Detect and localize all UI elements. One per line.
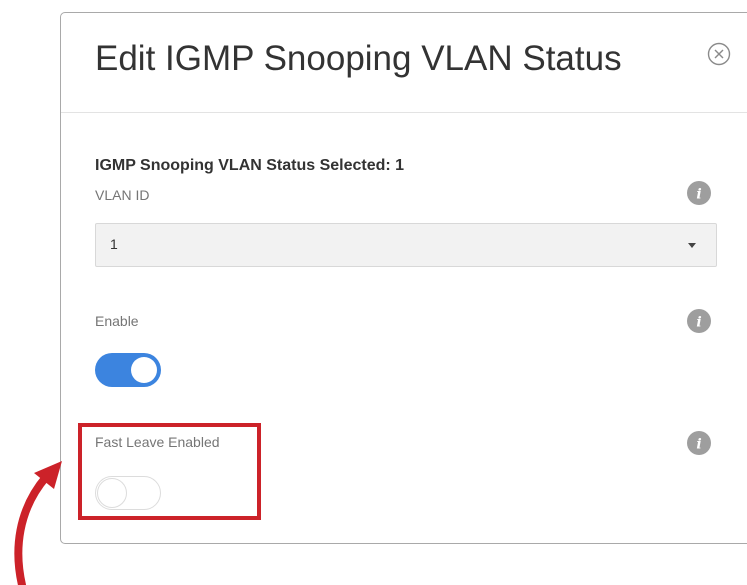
chevron-down-icon bbox=[688, 243, 696, 248]
selected-count: IGMP Snooping VLAN Status Selected: 1 bbox=[95, 157, 405, 174]
curved-arrow-icon bbox=[14, 461, 62, 585]
close-icon bbox=[707, 42, 731, 66]
info-icon[interactable]: i bbox=[687, 309, 711, 333]
highlight-box bbox=[78, 423, 261, 520]
enable-toggle[interactable] bbox=[95, 353, 161, 387]
vlan-id-value: 1 bbox=[110, 236, 118, 252]
header-divider bbox=[61, 112, 747, 113]
svg-text:i: i bbox=[696, 437, 701, 453]
info-icon[interactable]: i bbox=[687, 181, 711, 205]
vlan-id-select[interactable]: 1 bbox=[95, 223, 717, 267]
vlan-id-label: VLAN ID bbox=[95, 187, 150, 203]
toggle-knob bbox=[131, 357, 157, 383]
close-button[interactable] bbox=[707, 42, 731, 66]
enable-label: Enable bbox=[95, 313, 139, 329]
info-icon[interactable]: i bbox=[687, 431, 711, 455]
dialog-title: Edit IGMP Snooping VLAN Status bbox=[95, 39, 622, 78]
svg-text:i: i bbox=[696, 187, 701, 203]
svg-text:i: i bbox=[696, 315, 701, 331]
